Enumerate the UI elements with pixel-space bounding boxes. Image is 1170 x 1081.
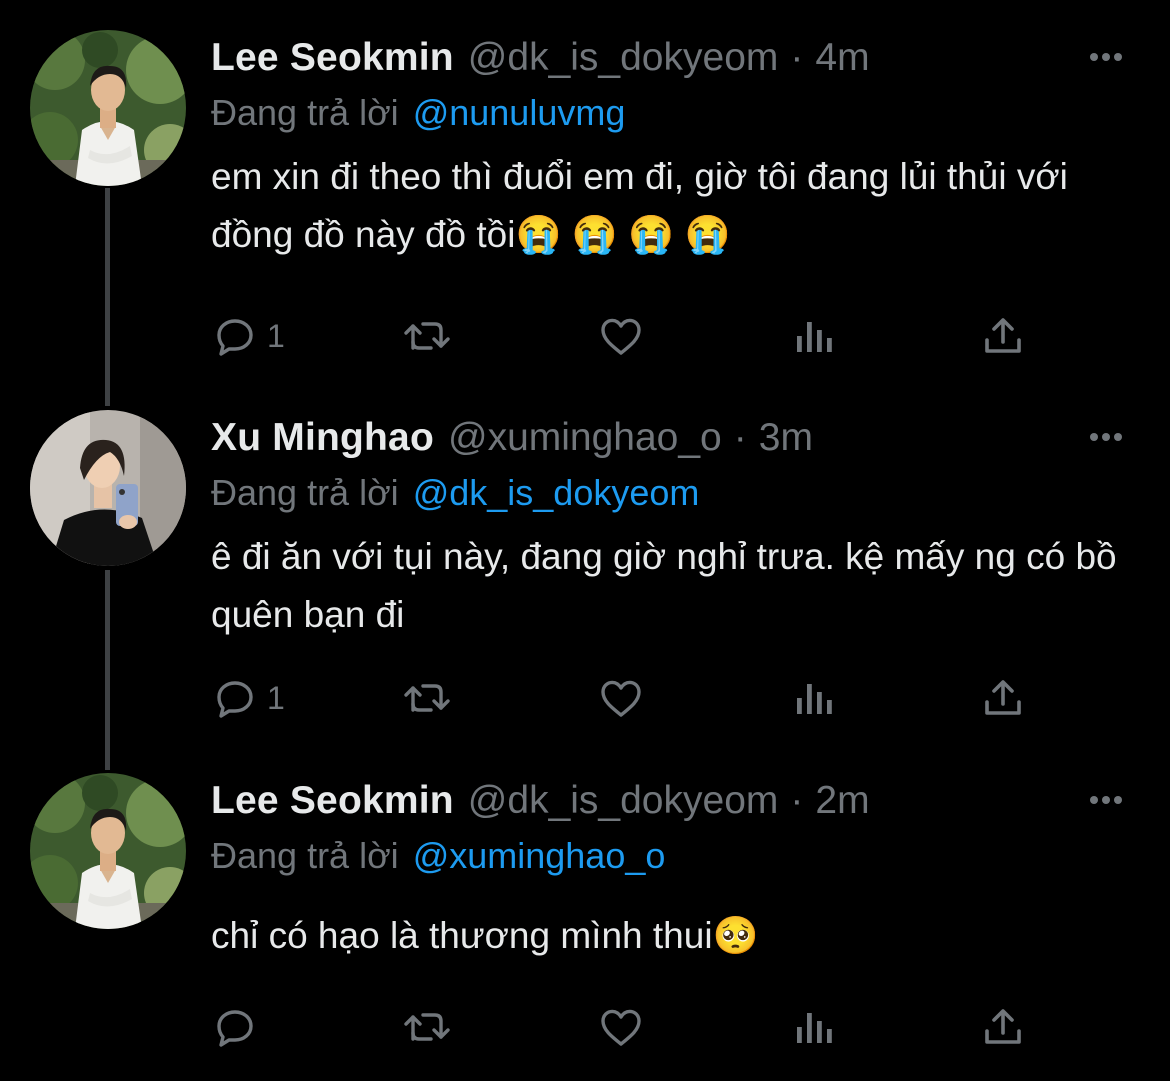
replying-to-user-link[interactable]: @dk_is_dokyeom [413,472,700,514]
reply-icon [217,681,253,718]
thread-connector-line [105,570,110,770]
share-icon [985,680,1021,715]
separator-dot: · [790,36,804,79]
more-icon[interactable] [1086,422,1126,452]
reply-count: 1 [267,317,285,354]
display-name[interactable]: Lee Seokmin [211,36,454,80]
reply-icon [217,319,253,356]
replying-to-label: Đang trả lời [211,472,399,513]
views-icon [797,1013,832,1043]
share-button[interactable] [979,997,1027,1057]
avatar-image [30,773,186,929]
share-icon [985,318,1021,353]
views-button[interactable] [791,997,835,1057]
tweet-text: chỉ có hạo là thương mình thui🥺 [211,915,759,956]
thread-connector-line [105,188,110,406]
replying-to-label: Đang trả lời [211,835,399,876]
share-icon [985,1009,1021,1044]
retweet-icon [404,1013,450,1041]
like-icon [601,1009,641,1046]
avatar-lee-seokmin[interactable] [30,30,186,186]
reply-button[interactable] [211,997,267,1057]
like-button[interactable] [596,306,646,366]
timestamp[interactable]: 4m [815,36,869,80]
user-handle[interactable]: @xuminghao_o [448,416,722,460]
replying-to: Đang trả lời @dk_is_dokyeom [211,466,1140,520]
avatar-lee-seokmin[interactable] [30,773,186,929]
like-icon [601,680,641,717]
replying-to: Đang trả lời @xuminghao_o [211,829,1140,883]
views-icon [797,684,832,714]
like-button[interactable] [596,668,646,728]
tweet-header: Lee Seokmin @dk_is_dokyeom · 2m [211,773,1140,829]
retweet-icon [404,684,450,712]
replying-to: Đang trả lời @nunuluvmg [211,86,1140,140]
avatar-image [30,30,186,186]
share-button[interactable] [979,668,1027,728]
display-name[interactable]: Xu Minghao [211,416,434,460]
user-handle[interactable]: @dk_is_dokyeom [468,779,779,823]
tweet-actions [211,997,1041,1057]
views-icon [797,322,832,352]
like-button[interactable] [596,997,646,1057]
timestamp[interactable]: 3m [759,416,813,460]
tweet-header: Lee Seokmin @dk_is_dokyeom · 4m [211,30,1140,86]
tweet-header: Xu Minghao @xuminghao_o · 3m [211,410,1140,466]
tweet-actions: 1 [211,306,1041,366]
retweet-button[interactable] [401,668,453,728]
tweet-actions: 1 [211,668,1041,728]
retweet-icon [404,322,450,350]
replying-to-user-link[interactable]: @nunuluvmg [413,92,626,134]
retweet-button[interactable] [401,997,453,1057]
reply-button[interactable]: 1 [211,306,285,366]
avatar-xu-minghao[interactable] [30,410,186,566]
replying-to-label: Đang trả lời [211,92,399,133]
avatar-image [30,410,186,566]
tweet-text: ê đi ăn với tụi này, đang giờ nghỉ trưa.… [211,536,1127,635]
display-name[interactable]: Lee Seokmin [211,779,454,823]
reply-button[interactable]: 1 [211,668,285,728]
views-button[interactable] [791,306,835,366]
timestamp[interactable]: 2m [815,779,869,823]
retweet-button[interactable] [401,306,453,366]
separator-dot: · [733,416,747,459]
more-icon[interactable] [1086,785,1126,815]
replying-to-user-link[interactable]: @xuminghao_o [413,835,666,877]
more-icon[interactable] [1086,42,1126,72]
user-handle[interactable]: @dk_is_dokyeom [468,36,779,80]
share-button[interactable] [979,306,1027,366]
views-button[interactable] [791,668,835,728]
reply-count: 1 [267,679,285,716]
like-icon [601,318,641,355]
tweet-text: em xin đi theo thì đuổi em đi, giờ tôi đ… [211,156,1079,255]
separator-dot: · [790,779,804,822]
reply-icon [217,1010,253,1047]
